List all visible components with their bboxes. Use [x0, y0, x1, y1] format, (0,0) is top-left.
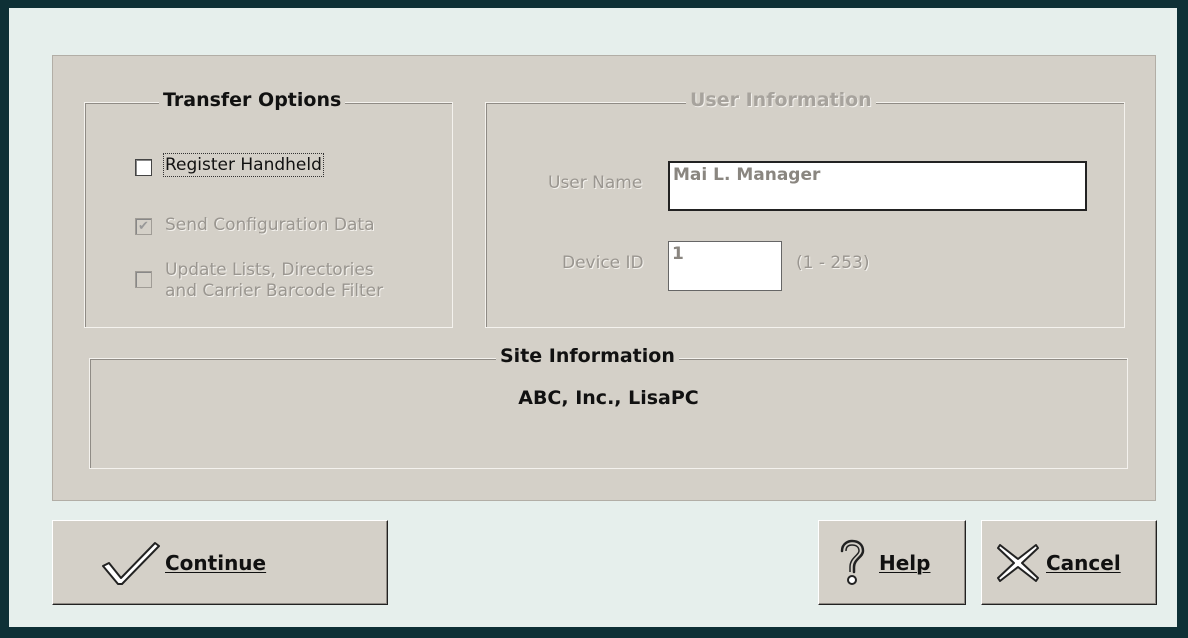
user-information-title: User Information	[686, 89, 876, 111]
user-name-label: User Name	[548, 173, 643, 193]
window-frame-bottom	[0, 627, 1188, 638]
update-lists-label-line2: and Carrier Barcode Filter	[165, 281, 384, 301]
register-handheld-checkbox[interactable]	[135, 159, 152, 176]
transfer-options-group: Transfer Options Register Handheld ✔ Sen…	[84, 89, 453, 328]
question-mark-icon	[837, 539, 867, 587]
update-lists-label-line1: Update Lists, Directories	[165, 260, 374, 280]
continue-button[interactable]: Continue	[52, 520, 388, 605]
send-configuration-label: Send Configuration Data	[165, 215, 375, 235]
device-id-field[interactable]: 1	[668, 241, 782, 291]
x-icon	[996, 543, 1040, 583]
window-frame-right	[1177, 0, 1188, 638]
register-handheld-label[interactable]: Register Handheld	[163, 153, 324, 177]
site-information-value: ABC, Inc., LisaPC	[518, 387, 699, 409]
site-information-title: Site Information	[496, 345, 679, 367]
update-lists-checkbox[interactable]	[135, 271, 152, 288]
device-id-label: Device ID	[562, 253, 644, 273]
dialog-panel: Transfer Options Register Handheld ✔ Sen…	[52, 55, 1156, 501]
cancel-label: Cancel	[1046, 550, 1121, 575]
user-name-field[interactable]: Mai L. Manager	[668, 161, 1087, 211]
window-frame-left	[0, 0, 9, 638]
continue-label: Continue	[165, 550, 267, 575]
help-button[interactable]: Help	[818, 520, 966, 605]
user-information-group: User Information User Name Mai L. Manage…	[485, 89, 1125, 328]
window-frame-top	[0, 0, 1188, 8]
cancel-button[interactable]: Cancel	[981, 520, 1157, 605]
help-label: Help	[879, 550, 931, 575]
transfer-options-title: Transfer Options	[159, 89, 346, 111]
checkmark-icon	[101, 540, 161, 586]
device-id-range: (1 - 253)	[796, 253, 870, 273]
site-information-group: Site Information ABC, Inc., LisaPC	[89, 345, 1128, 469]
send-configuration-checkbox[interactable]: ✔	[135, 218, 152, 235]
